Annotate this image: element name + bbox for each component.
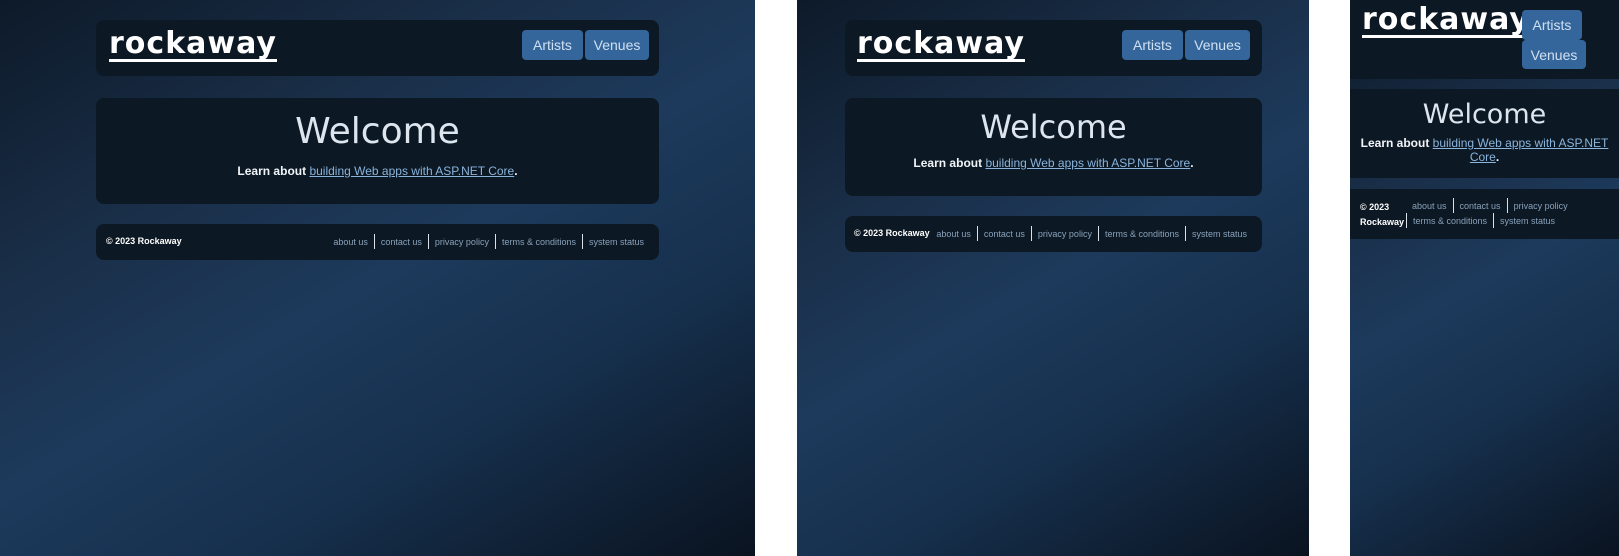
- intro-lead: Learn about: [237, 164, 310, 178]
- footer-link-about-us[interactable]: about us: [327, 235, 374, 249]
- copyright-year: © 2023: [1360, 202, 1390, 212]
- footer-link-terms-conditions[interactable]: terms & conditions: [1099, 227, 1185, 241]
- footer-links: about us contact us privacy policy terms…: [930, 226, 1253, 241]
- site-footer: © 2023 Rockaway about us contact us priv…: [96, 224, 659, 260]
- footer-link-privacy-policy[interactable]: privacy policy: [1032, 227, 1098, 241]
- rockaway-logo[interactable]: rockaway: [1362, 2, 1530, 38]
- venues-button[interactable]: Venues: [1522, 40, 1586, 69]
- intro-text: Learn about building Web apps with ASP.N…: [1350, 136, 1619, 164]
- rockaway-logo[interactable]: rockaway: [857, 26, 1025, 62]
- aspnet-core-link[interactable]: building Web apps with ASP.NET Core: [985, 156, 1190, 170]
- site-header: rockaway Artists Venues: [96, 20, 659, 76]
- footer-link-about-us[interactable]: about us: [1406, 199, 1453, 213]
- venues-button[interactable]: Venues: [1185, 30, 1250, 60]
- footer-link-about-us[interactable]: about us: [930, 227, 977, 241]
- footer-link-contact-us[interactable]: contact us: [1454, 199, 1507, 213]
- intro-trail: .: [1190, 156, 1194, 170]
- venues-button[interactable]: Venues: [585, 30, 649, 60]
- footer-link-terms-conditions[interactable]: terms & conditions: [496, 235, 582, 249]
- page-title: Welcome: [295, 111, 460, 152]
- intro-lead: Learn about: [913, 156, 986, 170]
- footer-link-privacy-policy[interactable]: privacy policy: [1508, 199, 1574, 213]
- site-footer: © 2023 Rockaway about us contact us priv…: [845, 216, 1262, 252]
- tablet-viewport: rockaway Artists Venues Welcome Learn ab…: [797, 0, 1309, 556]
- intro-trail: .: [514, 164, 518, 178]
- footer-links: about us contact us privacy policy terms…: [327, 234, 650, 249]
- aspnet-core-link[interactable]: building Web apps with ASP.NET Core: [309, 164, 514, 178]
- mobile-viewport: rockaway Artists Venues Welcome Learn ab…: [1350, 0, 1619, 556]
- copyright-text: © 2023 Rockaway: [854, 228, 930, 238]
- footer-link-terms-conditions[interactable]: terms & conditions: [1407, 214, 1493, 228]
- artists-button[interactable]: Artists: [522, 30, 583, 60]
- intro-text: Learn about building Web apps with ASP.N…: [96, 164, 659, 178]
- footer-link-system-status[interactable]: system status: [1494, 214, 1561, 228]
- footer-link-contact-us[interactable]: contact us: [978, 227, 1031, 241]
- site-header: rockaway Artists Venues: [845, 20, 1262, 76]
- intro-trail: .: [1495, 150, 1500, 164]
- footer-link-system-status[interactable]: system status: [583, 235, 650, 249]
- page-title: Welcome: [1422, 99, 1547, 130]
- site-footer: © 2023 Rockaway about us contact us priv…: [1350, 189, 1619, 239]
- site-header: rockaway Artists Venues: [1350, 0, 1619, 79]
- intro-lead: Learn about: [1360, 136, 1433, 150]
- copyright-name: Rockaway: [1360, 217, 1405, 227]
- footer-links-row-1: about us contact us privacy policy: [1406, 198, 1574, 213]
- page-title: Welcome: [980, 108, 1127, 146]
- artists-button[interactable]: Artists: [1122, 30, 1183, 60]
- rockaway-logo[interactable]: rockaway: [109, 26, 277, 62]
- welcome-card: Welcome Learn about building Web apps wi…: [1350, 89, 1619, 178]
- welcome-card: Welcome Learn about building Web apps wi…: [96, 98, 659, 204]
- copyright-text: © 2023 Rockaway: [106, 236, 182, 246]
- welcome-card: Welcome Learn about building Web apps wi…: [845, 98, 1262, 196]
- footer-links-row-2: terms & conditions system status: [1406, 213, 1561, 228]
- artists-button[interactable]: Artists: [1522, 10, 1582, 40]
- footer-link-privacy-policy[interactable]: privacy policy: [429, 235, 495, 249]
- aspnet-core-link[interactable]: building Web apps with ASP.NET Core: [1433, 136, 1609, 164]
- desktop-viewport: rockaway Artists Venues Welcome Learn ab…: [0, 0, 755, 556]
- footer-link-system-status[interactable]: system status: [1186, 227, 1253, 241]
- footer-link-contact-us[interactable]: contact us: [375, 235, 428, 249]
- intro-text: Learn about building Web apps with ASP.N…: [845, 156, 1262, 170]
- copyright-text: © 2023 Rockaway: [1360, 200, 1404, 230]
